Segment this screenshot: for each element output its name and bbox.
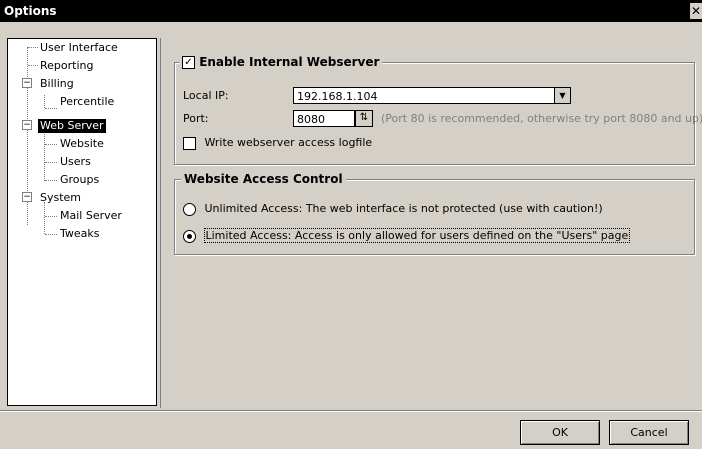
port-label: Port: (183, 112, 209, 125)
enable-webserver-label: Enable Internal Webserver (199, 55, 380, 69)
enable-webserver-row[interactable]: ✓ Enable Internal Webserver (179, 55, 383, 69)
tree-connector (45, 216, 57, 217)
local-ip-value: 192.168.1.104 (297, 90, 378, 103)
close-icon[interactable]: ✕ (690, 3, 702, 19)
local-ip-label: Local IP: (183, 89, 229, 102)
collapse-billing-icon[interactable]: − (22, 78, 32, 88)
write-log-label: Write webserver access logfile (204, 136, 373, 149)
footer-divider (0, 410, 702, 412)
tree-item-users[interactable]: Users (60, 155, 91, 169)
tree-connector (28, 47, 38, 48)
spinner-arrows-icon[interactable]: ⇅ (355, 110, 373, 127)
tree-connector (45, 108, 57, 109)
tree-connector (44, 95, 45, 108)
tree-connector (28, 65, 38, 66)
tree-connector (45, 144, 57, 145)
window-title: Options (4, 4, 57, 18)
limited-access-option[interactable]: Limited Access: Access is only allowed f… (183, 228, 631, 243)
webserver-group: ✓ Enable Internal Webserver Local IP: 19… (174, 55, 702, 165)
tree-connector (45, 162, 57, 163)
tree-item-system[interactable]: System (40, 191, 81, 205)
tree-connector (44, 202, 45, 234)
tree-item-user-interface[interactable]: User Interface (40, 41, 118, 55)
title-bar: Options ✕ (0, 0, 702, 22)
unlimited-access-label: Unlimited Access: The web interface is n… (204, 202, 603, 215)
cancel-button[interactable]: Cancel (609, 420, 689, 445)
write-log-row[interactable]: Write webserver access logfile (183, 136, 372, 150)
tree-item-tweaks[interactable]: Tweaks (60, 227, 100, 241)
ok-button[interactable]: OK (520, 420, 600, 445)
port-input[interactable]: 8080 (293, 110, 355, 127)
tree-item-website[interactable]: Website (60, 137, 104, 151)
unlimited-access-option[interactable]: Unlimited Access: The web interface is n… (183, 202, 603, 216)
tree-connector (45, 180, 57, 181)
tree-item-mail-server[interactable]: Mail Server (60, 209, 122, 223)
chevron-down-icon[interactable]: ▼ (554, 88, 570, 103)
unlimited-access-radio[interactable] (183, 202, 196, 216)
tree-item-web-server[interactable]: Web Server (38, 119, 106, 133)
tree-connector (45, 234, 57, 235)
port-hint: (Port 80 is recommended, otherwise try p… (381, 112, 702, 125)
enable-webserver-checkbox[interactable]: ✓ (182, 56, 195, 69)
write-log-checkbox[interactable] (183, 136, 196, 150)
local-ip-select[interactable]: 192.168.1.104 ▼ (293, 87, 571, 104)
tree-item-reporting[interactable]: Reporting (40, 59, 93, 73)
port-value: 8080 (297, 113, 325, 126)
options-tree[interactable]: User Interface Reporting − Billing Perce… (7, 38, 157, 406)
collapse-web-server-icon[interactable]: − (22, 120, 32, 130)
tree-item-billing[interactable]: Billing (40, 77, 74, 91)
access-control-group: Website Access Control Unlimited Access:… (174, 172, 695, 255)
settings-panel: ✓ Enable Internal Webserver Local IP: 19… (160, 38, 702, 408)
tree-item-groups[interactable]: Groups (60, 173, 99, 187)
tree-item-percentile[interactable]: Percentile (60, 95, 114, 109)
access-control-title: Website Access Control (181, 172, 346, 186)
limited-access-label: Limited Access: Access is only allowed f… (203, 228, 631, 243)
tree-connector (44, 131, 45, 181)
limited-access-radio[interactable] (183, 229, 196, 243)
collapse-system-icon[interactable]: − (22, 192, 32, 202)
